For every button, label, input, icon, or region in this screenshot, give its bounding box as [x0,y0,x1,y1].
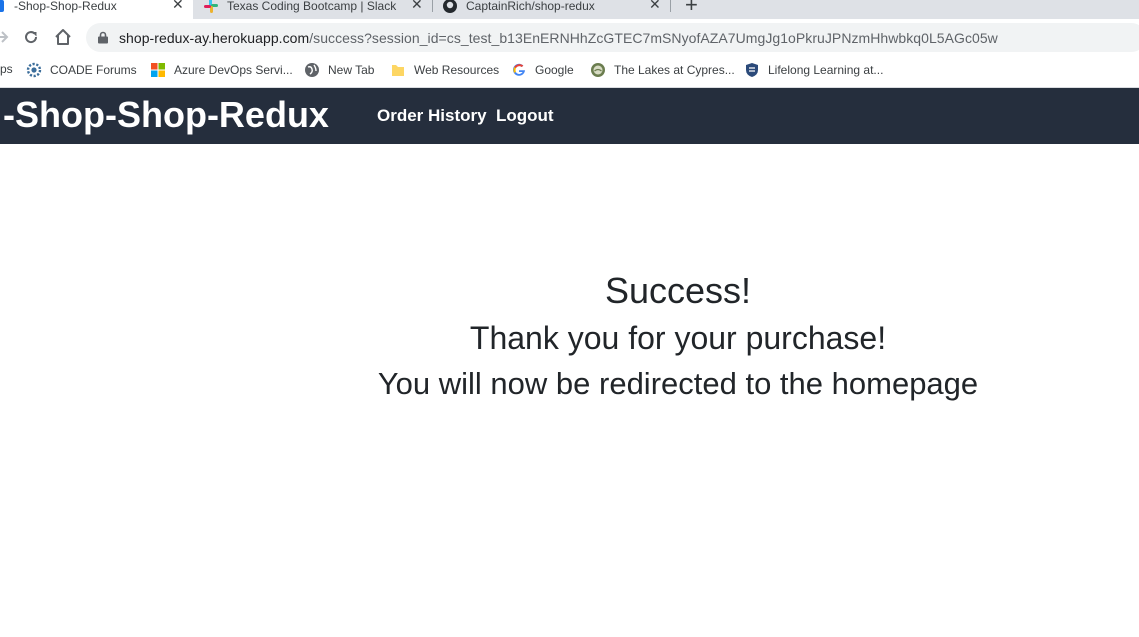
bookmark-label: Lifelong Learning at... [768,63,884,77]
bookmark-label: Web Resources [414,63,500,77]
url-path: /success?session_id=cs_test_b13EnERNHhZc… [309,30,998,46]
shop-favicon [0,0,4,12]
bookmark-label: Google [535,63,574,77]
bookmark-label: New Tab [328,63,375,77]
github-icon [443,0,457,13]
tab-close-icon[interactable]: ✕ [649,0,661,13]
tab-separator [432,0,433,12]
folder-icon [392,65,404,76]
bookmark-google[interactable]: Google [511,62,574,78]
bookmark-label: COADE Forums [50,63,137,77]
redirect-message: You will now be redirected to the homepa… [377,366,979,401]
logout-link[interactable]: Logout [496,106,554,126]
tab-title: -Shop-Shop-Redux [14,0,117,13]
shield-icon [746,63,758,77]
bookmark-lifelong-learning[interactable]: Lifelong Learning at... [744,62,883,78]
slack-icon [204,0,218,13]
reload-icon[interactable] [21,27,41,47]
bookmark-azure-devops[interactable]: Azure DevOps Servi... [150,62,293,78]
bookmark-label: The Lakes at Cypres... [614,63,735,77]
tab-close-icon[interactable]: ✕ [411,0,423,13]
gear-icon [26,62,42,78]
globe-icon [305,63,319,77]
site-brand[interactable]: -Shop-Shop-Redux [3,94,329,136]
bookmark-apps[interactable]: ps [0,62,13,76]
url-text[interactable]: shop-redux-ay.herokuapp.com/success?sess… [119,30,998,46]
microsoft-icon [151,63,165,77]
tab-title: Texas Coding Bootcamp | Slack [227,0,397,13]
order-history-link[interactable]: Order History [377,106,487,126]
bookmark-label: Azure DevOps Servi... [174,63,293,77]
browser-toolbar: shop-redux-ay.herokuapp.com/success?sess… [0,19,1139,56]
new-tab-plus-icon[interactable]: + [685,0,698,18]
bookmark-web-resources[interactable]: Web Resources [390,62,499,78]
success-heading: Success! [604,270,752,311]
browser-tab-strip: -Shop-Shop-Redux ✕ Texas Coding Bootcamp… [0,0,1139,19]
bookmark-label: ps [0,62,13,76]
tab-shop-shop-redux[interactable]: -Shop-Shop-Redux ✕ [0,0,193,19]
address-bar[interactable]: shop-redux-ay.herokuapp.com/success?sess… [86,23,1139,52]
url-host: shop-redux-ay.herokuapp.com [119,30,310,46]
app-header: -Shop-Shop-Redux Order History Logout [0,88,1139,144]
tab-github[interactable]: CaptainRich/shop-redux ✕ [442,0,667,19]
forward-arrow-icon[interactable] [0,27,12,47]
bookmark-new-tab[interactable]: New Tab [304,62,374,78]
tab-separator [670,0,671,12]
google-icon [513,63,525,76]
tab-close-icon[interactable]: ✕ [172,0,184,13]
lock-icon[interactable] [97,31,109,44]
tab-title: CaptainRich/shop-redux [466,0,595,13]
home-icon[interactable] [53,27,73,47]
bookmark-coade-forums[interactable]: COADE Forums [26,62,137,78]
tab-slack[interactable]: Texas Coding Bootcamp | Slack ✕ [203,0,428,19]
thank-you-message: Thank you for your purchase! [469,320,887,356]
bookmarks-bar: ps COADE Forums Azure DevOps Servi... Ne… [0,56,1139,88]
emblem-icon [591,63,605,77]
bookmark-lakes-cypress[interactable]: The Lakes at Cypres... [590,62,735,78]
